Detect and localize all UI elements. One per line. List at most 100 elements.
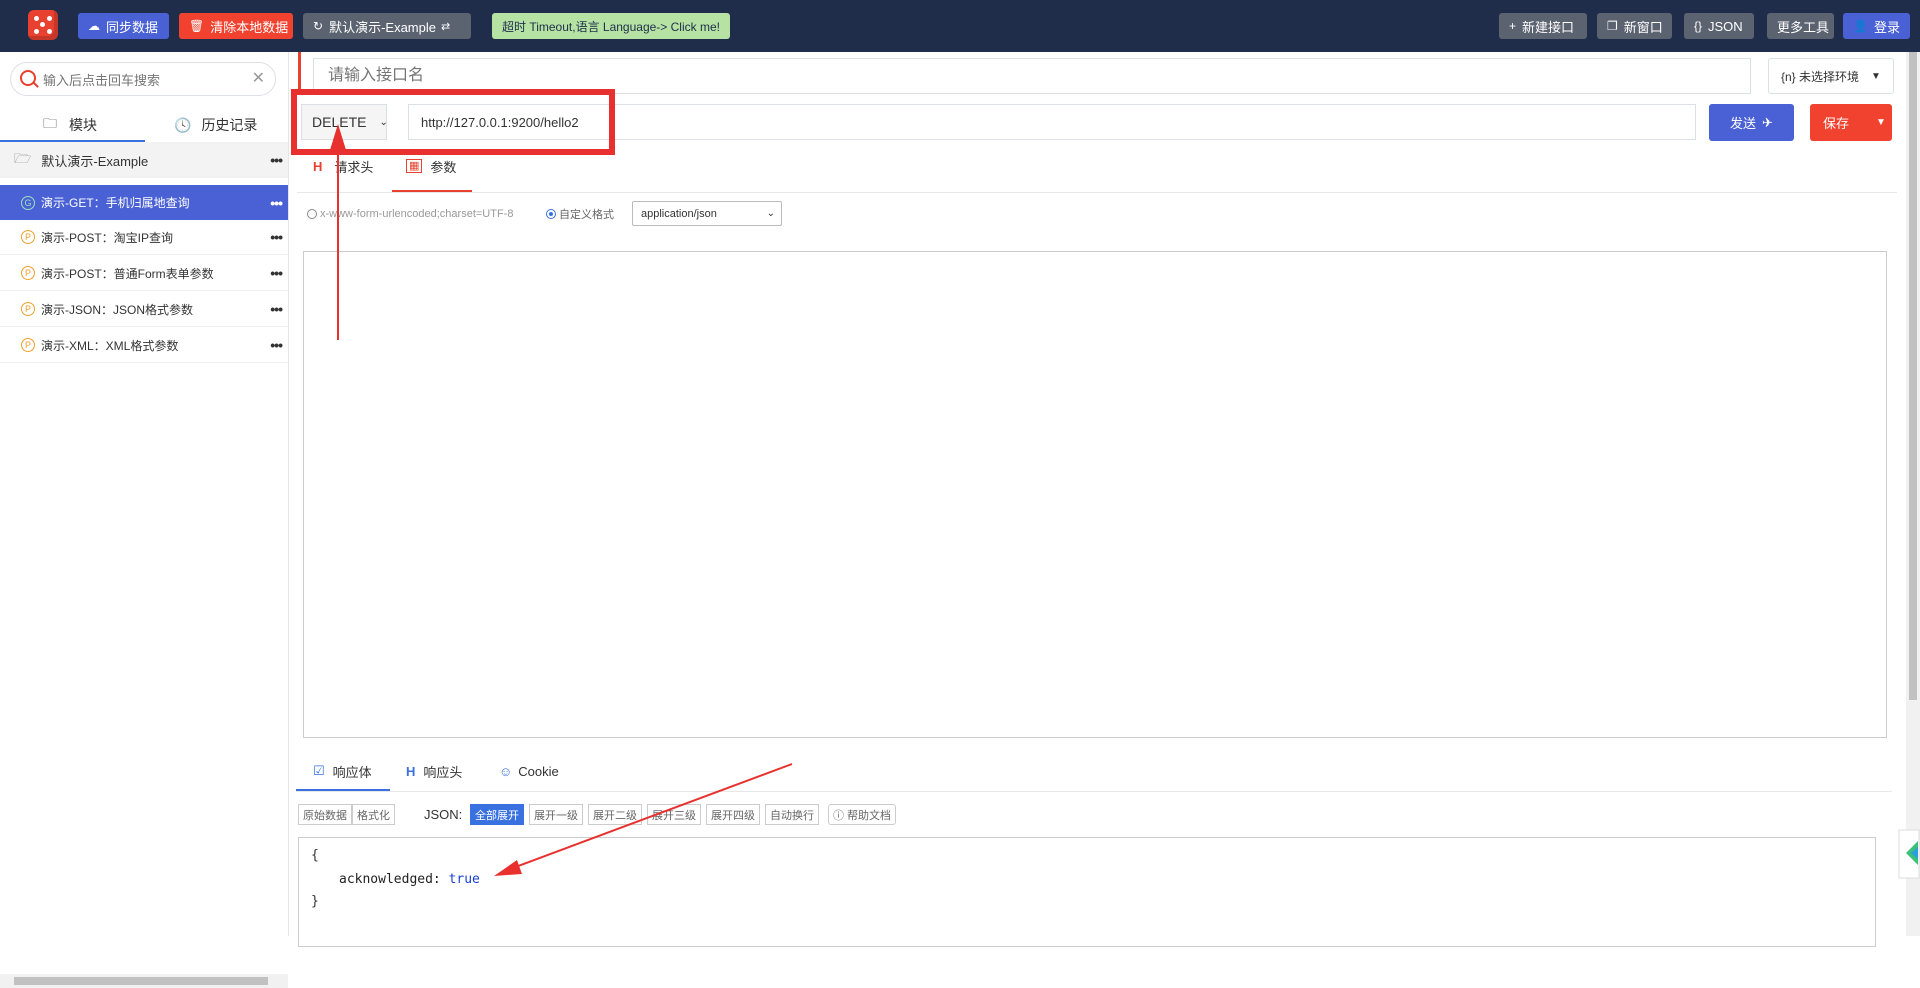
new-api-button[interactable]: + 新建接口 bbox=[1499, 13, 1587, 39]
search-input[interactable] bbox=[41, 69, 245, 91]
response-body-viewer[interactable]: { acknowledged: true } bbox=[298, 837, 1876, 947]
trash-icon: 🗑 bbox=[189, 19, 205, 33]
api-item-label: 演示-GET：手机归属地查询 bbox=[41, 196, 190, 210]
post-badge-icon: P bbox=[21, 302, 35, 316]
tab-request-headers-label: 请求头 bbox=[334, 159, 374, 175]
project-switch-button[interactable]: ↻ 默认演示-Example ⇄ bbox=[303, 13, 471, 39]
api-item-json[interactable]: P 演示-JSON：JSON格式参数 ••• bbox=[0, 292, 288, 327]
api-item-label: 演示-POST：普通Form表单参数 bbox=[41, 266, 214, 281]
environment-select[interactable]: {n} 未选择环境 ▼ bbox=[1768, 58, 1894, 94]
sidebar: ✕ 🗀 模块 🕓 历史记录 🗁 默认演示-Example ••• G 演示-GE… bbox=[0, 52, 289, 988]
transfer-icon: ⇄ bbox=[440, 20, 451, 33]
api-item-label: 演示-JSON：JSON格式参数 bbox=[41, 302, 194, 317]
expand-level-4-button[interactable]: 展开四级 bbox=[706, 804, 760, 825]
timeout-language-button[interactable]: 超时 Timeout,语言 Language-> Click me! bbox=[492, 13, 730, 39]
login-label: 登录 bbox=[1873, 19, 1900, 35]
expand-level-3-label: 展开三级 bbox=[652, 809, 696, 822]
request-body-editor[interactable] bbox=[303, 251, 1887, 738]
auto-wrap-label: 自动换行 bbox=[770, 809, 814, 822]
tab-history-label: 历史记录 bbox=[201, 117, 258, 133]
raw-data-button[interactable]: 原始数据 bbox=[298, 804, 352, 825]
expand-level-1-button[interactable]: 展开一级 bbox=[529, 804, 583, 825]
raw-data-label: 原始数据 bbox=[303, 809, 347, 822]
tab-request-headers[interactable]: H 请求头 bbox=[313, 151, 373, 181]
save-button[interactable]: 保存 ▼ bbox=[1810, 104, 1892, 141]
expand-level-3-button[interactable]: 展开三级 bbox=[647, 804, 701, 825]
clear-search-icon[interactable]: ✕ bbox=[252, 68, 265, 88]
item-more-icon[interactable]: ••• bbox=[270, 229, 283, 245]
json-braces-icon: {} bbox=[1694, 19, 1703, 33]
request-tabs-divider bbox=[297, 192, 1897, 193]
clock-icon: 🕓 bbox=[174, 116, 192, 133]
checkbox-icon: ☑ bbox=[313, 763, 325, 778]
main-panel: {n} 未选择环境 ▼ DELETE ⌄ 发送 ✈ 保存 ▼ H 请求头 ▦ 参… bbox=[289, 52, 1920, 947]
radio-on-icon bbox=[546, 209, 556, 219]
active-response-tab-indicator bbox=[296, 789, 390, 791]
json-line: acknowledged: true bbox=[339, 872, 480, 887]
chevron-down-icon: ⌄ bbox=[379, 116, 388, 128]
header-h-icon: H bbox=[313, 158, 323, 174]
new-window-button[interactable]: ❐ 新窗口 bbox=[1597, 13, 1672, 39]
json-key: acknowledged bbox=[339, 872, 433, 887]
tab-response-body[interactable]: ☑ 响应体 bbox=[313, 756, 372, 786]
api-item-post-taobao-ip[interactable]: P 演示-POST：淘宝IP查询 ••• bbox=[0, 220, 288, 255]
sidebar-horizontal-scrollbar[interactable] bbox=[0, 974, 288, 988]
new-api-label: 新建接口 bbox=[1522, 19, 1575, 35]
item-more-icon[interactable]: ••• bbox=[270, 265, 283, 281]
method-select[interactable]: DELETE ⌄ bbox=[301, 104, 388, 140]
scrollbar-thumb[interactable] bbox=[1909, 52, 1917, 700]
chevron-down-icon: ⌄ bbox=[766, 208, 775, 219]
radio-custom-format[interactable]: 自定义格式 bbox=[546, 203, 614, 225]
expand-level-4-label: 展开四级 bbox=[711, 809, 755, 822]
timeout-language-label: 超时 Timeout,语言 Language-> Click me! bbox=[502, 19, 720, 34]
page-vertical-scrollbar[interactable] bbox=[1906, 52, 1920, 936]
expand-level-1-label: 展开一级 bbox=[534, 809, 578, 822]
sync-data-button[interactable]: ☁ 同步数据 bbox=[78, 13, 169, 39]
api-name-input[interactable] bbox=[314, 59, 1750, 93]
login-button[interactable]: 👤 登录 bbox=[1843, 13, 1910, 39]
json-value: true bbox=[448, 872, 480, 887]
tab-module[interactable]: 🗀 模块 bbox=[43, 108, 97, 142]
sidebar-tabs: 🗀 模块 🕓 历史记录 bbox=[0, 108, 288, 142]
floating-widget-icon[interactable] bbox=[1898, 829, 1920, 879]
tab-params[interactable]: ▦ 参数 bbox=[406, 151, 456, 181]
cookie-icon: ☺ bbox=[499, 763, 513, 779]
expand-all-button[interactable]: 全部展开 bbox=[470, 804, 524, 825]
content-type-select[interactable]: application/json ⌄ bbox=[632, 201, 782, 226]
url-input[interactable] bbox=[409, 105, 1695, 139]
auto-wrap-button[interactable]: 自动换行 bbox=[765, 804, 819, 825]
required-marker bbox=[298, 52, 301, 92]
api-item-xml[interactable]: P 演示-XML：XML格式参数 ••• bbox=[0, 328, 288, 363]
folder-open-icon: 🗁 bbox=[14, 150, 32, 166]
window-icon: ❐ bbox=[1607, 19, 1618, 33]
item-more-icon[interactable]: ••• bbox=[270, 301, 283, 317]
item-more-icon[interactable]: ••• bbox=[270, 337, 283, 353]
cloud-upload-icon: ☁ bbox=[88, 19, 100, 33]
format-button[interactable]: 格式化 bbox=[352, 804, 395, 825]
group-more-icon[interactable]: ••• bbox=[270, 152, 283, 168]
item-more-icon[interactable]: ••• bbox=[270, 195, 283, 211]
url-field bbox=[408, 104, 1696, 140]
tab-cookie[interactable]: ☺ Cookie bbox=[499, 756, 559, 786]
tab-history[interactable]: 🕓 历史记录 bbox=[174, 108, 257, 142]
send-button[interactable]: 发送 ✈ bbox=[1709, 104, 1794, 141]
radio-form-urlencoded[interactable]: x-www-form-urlencoded;charset=UTF-8 bbox=[307, 203, 513, 225]
more-tools-button[interactable]: 更多工具 bbox=[1767, 13, 1834, 39]
api-item-get-phone[interactable]: G 演示-GET：手机归属地查询 ••• bbox=[0, 185, 288, 220]
expand-level-2-button[interactable]: 展开二级 bbox=[588, 804, 642, 825]
json-button[interactable]: {} JSON bbox=[1684, 13, 1754, 39]
scrollbar-thumb[interactable] bbox=[14, 977, 268, 985]
help-doc-button[interactable]: ⓘ 帮助文档 bbox=[828, 804, 896, 825]
more-tools-label: 更多工具 bbox=[1777, 19, 1830, 35]
module-group-label: 默认演示-Example bbox=[41, 153, 149, 169]
module-group[interactable]: 🗁 默认演示-Example ••• bbox=[0, 142, 288, 178]
folder-icon: 🗀 bbox=[43, 115, 57, 131]
api-item-post-form[interactable]: P 演示-POST：普通Form表单参数 ••• bbox=[0, 256, 288, 291]
caret-down-icon[interactable]: ▼ bbox=[1876, 117, 1886, 128]
plus-icon: + bbox=[1509, 19, 1517, 33]
header-h-icon: H bbox=[406, 763, 416, 779]
json-close-brace: } bbox=[311, 894, 319, 909]
clear-local-data-button[interactable]: 🗑 清除本地数据 bbox=[179, 13, 293, 39]
user-icon: 👤 bbox=[1853, 19, 1868, 33]
tab-response-headers[interactable]: H 响应头 bbox=[406, 756, 462, 786]
